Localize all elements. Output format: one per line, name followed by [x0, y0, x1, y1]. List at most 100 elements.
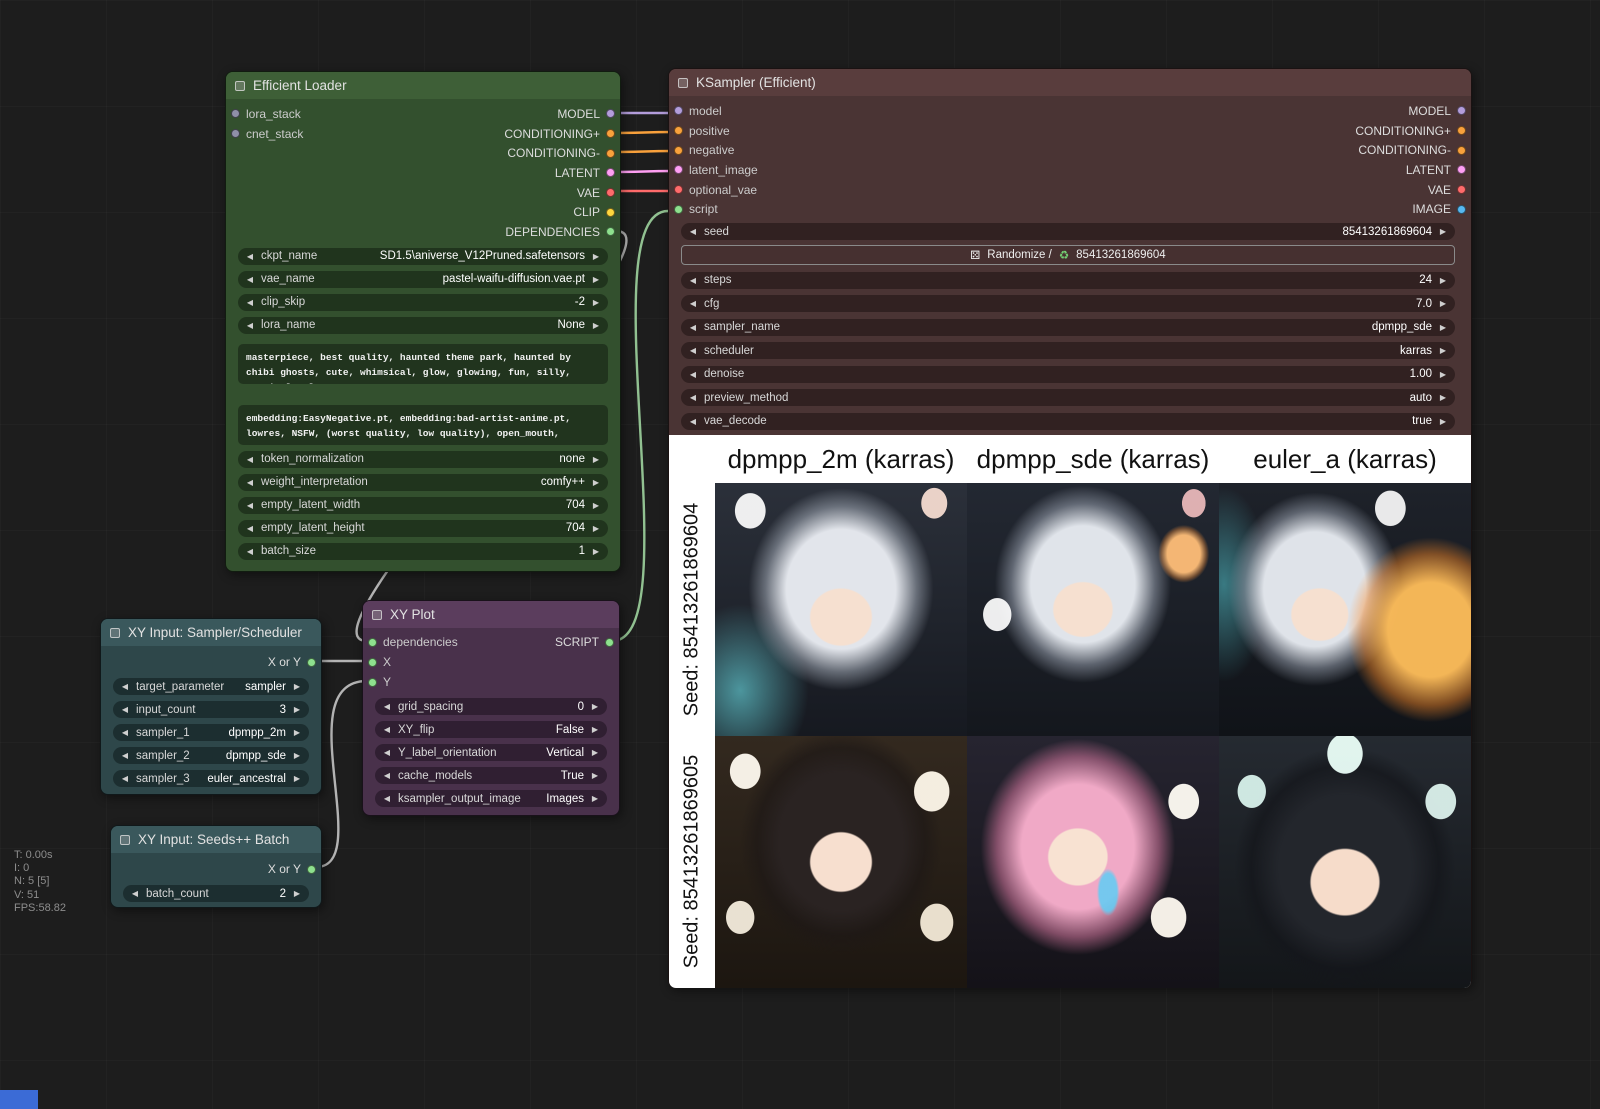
increment-icon[interactable]: ▶ [292, 728, 302, 737]
decrement-icon[interactable]: ◀ [688, 393, 698, 402]
increment-icon[interactable]: ▶ [292, 705, 302, 714]
decrement-icon[interactable]: ◀ [120, 705, 130, 714]
decrement-icon[interactable]: ◀ [382, 794, 392, 803]
input-port-icon[interactable] [231, 129, 240, 138]
decrement-icon[interactable]: ◀ [688, 323, 698, 332]
increment-icon[interactable]: ▶ [1438, 346, 1448, 355]
widget-sampler-2[interactable]: ◀sampler_2dpmpp_sde▶ [113, 747, 309, 764]
node-ksampler-efficient[interactable]: KSampler (Efficient) model MODEL positiv… [668, 68, 1472, 988]
output-port-icon[interactable] [1457, 185, 1466, 194]
negative-prompt-textarea[interactable]: embedding:EasyNegative.pt, embedding:bad… [238, 405, 608, 445]
increment-icon[interactable]: ▶ [591, 501, 601, 510]
widget-sampler-1[interactable]: ◀sampler_1dpmpp_2m▶ [113, 724, 309, 741]
increment-icon[interactable]: ▶ [1438, 323, 1448, 332]
decrement-icon[interactable]: ◀ [688, 370, 698, 379]
increment-icon[interactable]: ▶ [591, 547, 601, 556]
widget-batch-count[interactable]: ◀batch_count2▶ [123, 885, 309, 902]
input-port-icon[interactable] [368, 638, 377, 647]
increment-icon[interactable]: ▶ [591, 524, 601, 533]
increment-icon[interactable]: ▶ [1438, 417, 1448, 426]
widget-input-count[interactable]: ◀input_count3▶ [113, 701, 309, 718]
output-port-icon[interactable] [606, 149, 615, 158]
positive-prompt-textarea[interactable]: masterpiece, best quality, haunted theme… [238, 344, 608, 384]
output-port-icon[interactable] [307, 658, 316, 667]
decrement-icon[interactable]: ◀ [382, 702, 392, 711]
output-port-icon[interactable] [606, 129, 615, 138]
input-port-icon[interactable] [674, 126, 683, 135]
output-port-icon[interactable] [1457, 146, 1466, 155]
node-xy-input-sampler-scheduler[interactable]: XY Input: Sampler/Scheduler X or Y ◀targ… [100, 618, 322, 795]
widget-target-parameter[interactable]: ◀target_parametersampler▶ [113, 678, 309, 695]
collapse-icon[interactable] [120, 835, 130, 845]
node-xy-plot[interactable]: XY Plot dependencies SCRIPT X Y ◀grid_sp… [362, 600, 620, 816]
decrement-icon[interactable]: ◀ [382, 748, 392, 757]
widget-sampler-3[interactable]: ◀sampler_3euler_ancestral▶ [113, 770, 309, 787]
increment-icon[interactable]: ▶ [591, 478, 601, 487]
decrement-icon[interactable]: ◀ [245, 524, 255, 533]
increment-icon[interactable]: ▶ [590, 771, 600, 780]
output-port-icon[interactable] [606, 227, 615, 236]
widget-sampler-name[interactable]: ◀sampler_namedpmpp_sde▶ [681, 319, 1455, 336]
widget-clip-skip[interactable]: ◀clip_skip-2▶ [238, 294, 608, 311]
widget-steps[interactable]: ◀steps24▶ [681, 272, 1455, 289]
node-header[interactable]: Efficient Loader [226, 72, 620, 99]
input-port-icon[interactable] [231, 109, 240, 118]
output-port-icon[interactable] [307, 865, 316, 874]
node-header[interactable]: XY Plot [363, 601, 619, 628]
output-port-icon[interactable] [606, 168, 615, 177]
widget-scheduler[interactable]: ◀schedulerkarras▶ [681, 342, 1455, 359]
node-efficient-loader[interactable]: Efficient Loader lora_stack MODEL cnet_s… [225, 71, 621, 572]
input-port-icon[interactable] [674, 205, 683, 214]
widget-weight-interpretation[interactable]: ◀weight_interpretationcomfy++▶ [238, 474, 608, 491]
decrement-icon[interactable]: ◀ [245, 455, 255, 464]
widget-y-label-orientation[interactable]: ◀Y_label_orientationVertical▶ [375, 744, 607, 761]
widget-batch-size[interactable]: ◀batch_size1▶ [238, 543, 608, 560]
decrement-icon[interactable]: ◀ [382, 771, 392, 780]
decrement-icon[interactable]: ◀ [688, 417, 698, 426]
increment-icon[interactable]: ▶ [1438, 227, 1448, 236]
widget-vae-name[interactable]: ◀vae_namepastel-waifu-diffusion.vae.pt▶ [238, 271, 608, 288]
increment-icon[interactable]: ▶ [591, 275, 601, 284]
increment-icon[interactable]: ▶ [1438, 299, 1448, 308]
widget-xy-flip[interactable]: ◀XY_flipFalse▶ [375, 721, 607, 738]
collapse-icon[interactable] [372, 610, 382, 620]
output-port-icon[interactable] [1457, 205, 1466, 214]
decrement-icon[interactable]: ◀ [120, 728, 130, 737]
widget-ckpt-name[interactable]: ◀ckpt_nameSD1.5\aniverse_V12Pruned.safet… [238, 248, 608, 265]
widget-seed[interactable]: ◀seed85413261869604▶ [681, 223, 1455, 240]
widget-cache-models[interactable]: ◀cache_modelsTrue▶ [375, 767, 607, 784]
widget-denoise[interactable]: ◀denoise1.00▶ [681, 366, 1455, 383]
decrement-icon[interactable]: ◀ [688, 227, 698, 236]
xy-plot-image-grid[interactable]: dpmpp_2m (karras) dpmpp_sde (karras) eul… [669, 435, 1471, 988]
node-header[interactable]: XY Input: Sampler/Scheduler [101, 619, 321, 646]
decrement-icon[interactable]: ◀ [245, 298, 255, 307]
decrement-icon[interactable]: ◀ [245, 478, 255, 487]
decrement-icon[interactable]: ◀ [120, 751, 130, 760]
increment-icon[interactable]: ▶ [292, 751, 302, 760]
decrement-icon[interactable]: ◀ [688, 276, 698, 285]
increment-icon[interactable]: ▶ [591, 455, 601, 464]
output-port-icon[interactable] [605, 638, 614, 647]
node-xy-input-seeds-batch[interactable]: XY Input: Seeds++ Batch X or Y ◀batch_co… [110, 825, 322, 908]
output-port-icon[interactable] [1457, 165, 1466, 174]
input-port-icon[interactable] [674, 106, 683, 115]
decrement-icon[interactable]: ◀ [688, 346, 698, 355]
input-port-icon[interactable] [368, 658, 377, 667]
increment-icon[interactable]: ▶ [590, 794, 600, 803]
node-header[interactable]: XY Input: Seeds++ Batch [111, 826, 321, 853]
input-port-icon[interactable] [674, 146, 683, 155]
collapse-icon[interactable] [110, 628, 120, 638]
input-port-icon[interactable] [674, 185, 683, 194]
widget-empty-latent-width[interactable]: ◀empty_latent_width704▶ [238, 497, 608, 514]
input-port-icon[interactable] [368, 678, 377, 687]
decrement-icon[interactable]: ◀ [245, 275, 255, 284]
decrement-icon[interactable]: ◀ [245, 501, 255, 510]
randomize-seed-button[interactable]: ⚄ Randomize / ♻ 85413261869604 [681, 245, 1455, 265]
widget-preview-method[interactable]: ◀preview_methodauto▶ [681, 389, 1455, 406]
increment-icon[interactable]: ▶ [292, 682, 302, 691]
output-port-icon[interactable] [1457, 106, 1466, 115]
output-port-icon[interactable] [606, 208, 615, 217]
decrement-icon[interactable]: ◀ [130, 889, 140, 898]
widget-lora-name[interactable]: ◀lora_nameNone▶ [238, 317, 608, 334]
increment-icon[interactable]: ▶ [591, 298, 601, 307]
